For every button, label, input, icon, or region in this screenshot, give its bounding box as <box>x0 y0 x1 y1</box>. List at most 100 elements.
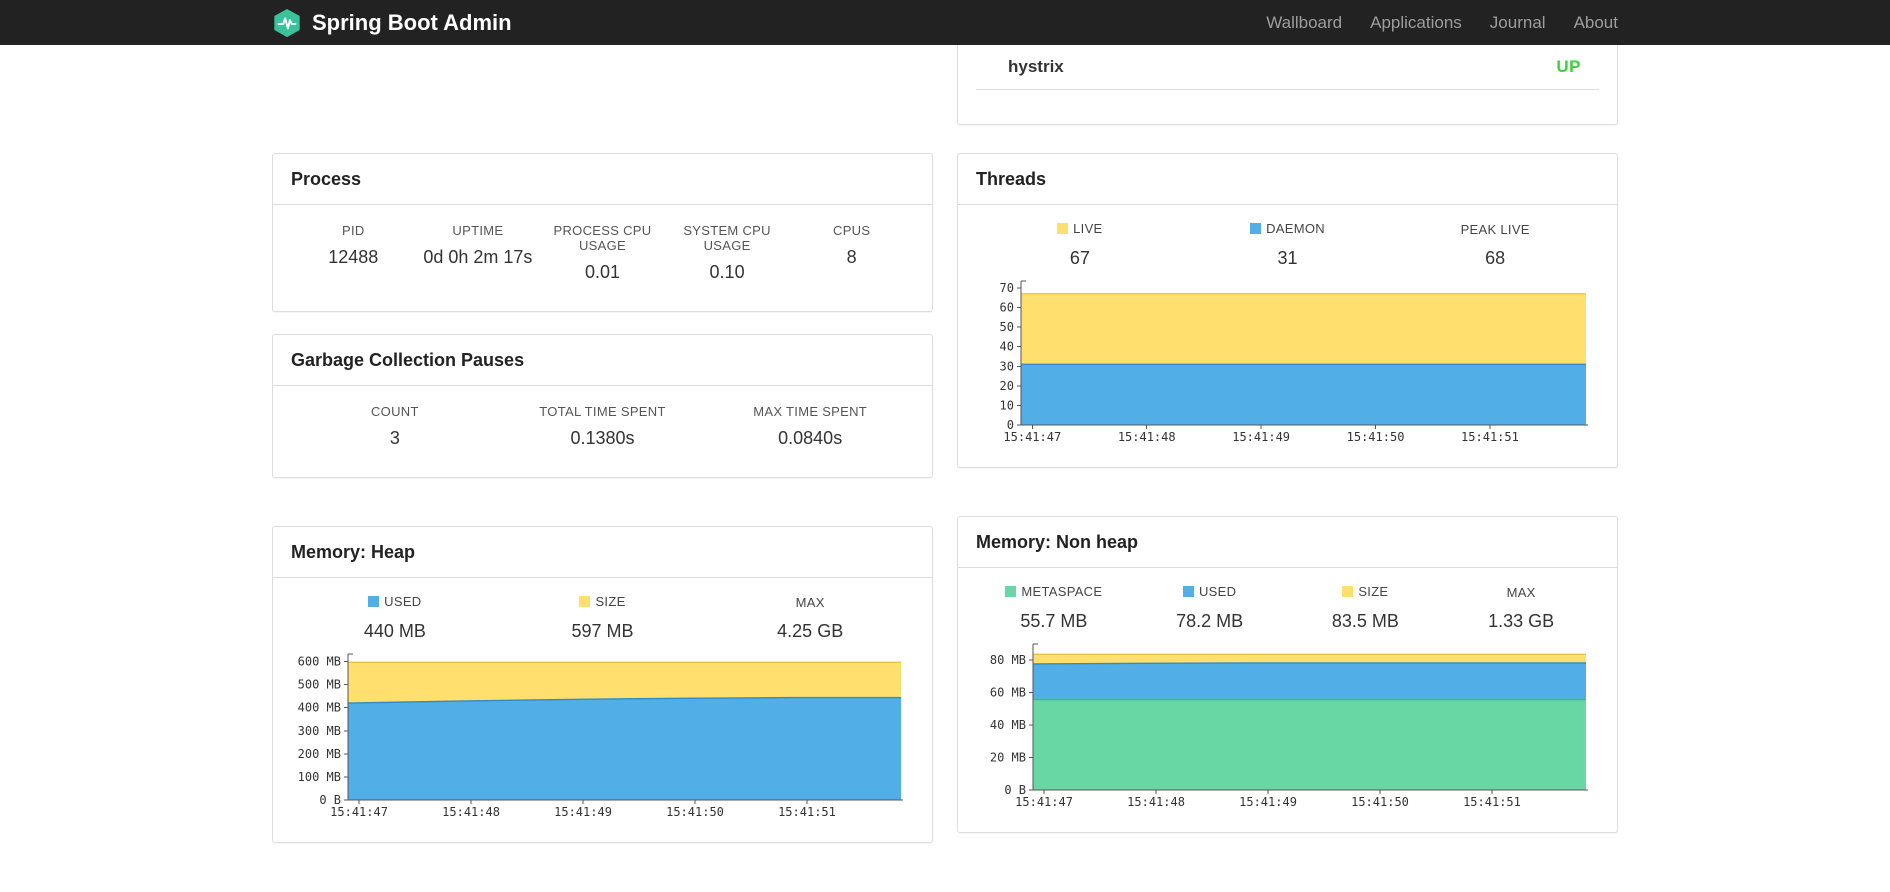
metric-label: PROCESS CPU USAGE <box>553 223 652 253</box>
memory-heap-legend: USED 440 MB SIZE 597 MB MAX 4.25 GB <box>273 578 932 642</box>
threads-panel-title: Threads <box>958 154 1617 205</box>
svg-text:15:41:47: 15:41:47 <box>1003 430 1061 444</box>
metric-gc-count: COUNT 3 <box>291 404 499 449</box>
nav-applications[interactable]: Applications <box>1370 13 1462 33</box>
legend-label: SIZE <box>595 594 626 609</box>
metaspace-swatch-icon <box>1005 586 1017 597</box>
svg-text:40: 40 <box>1000 340 1014 354</box>
gc-pauses-panel: Garbage Collection Pauses COUNT 3 TOTAL … <box>272 334 933 478</box>
metric-label: PID <box>342 223 365 238</box>
threads-chart: 0 10 20 30 40 50 60 70 15:41:47 15:41:48 15:41:49 1… <box>958 269 1617 467</box>
svg-text:50: 50 <box>1000 320 1014 334</box>
metric-value: 0d 0h 2m 17s <box>423 247 533 267</box>
svg-text:15:41:47: 15:41:47 <box>1015 795 1073 809</box>
svg-text:15:41:50: 15:41:50 <box>1351 795 1409 809</box>
threads-panel: Threads LIVE 67 DAEMON 31 PEAK LIVE 68 0… <box>957 153 1618 468</box>
legend-used: USED 440 MB <box>291 594 499 642</box>
gc-metrics: COUNT 3 TOTAL TIME SPENT 0.1380s MAX TIM… <box>273 386 932 477</box>
metric-value: 3 <box>389 428 400 448</box>
svg-text:15:41:51: 15:41:51 <box>778 805 836 819</box>
brand-title: Spring Boot Admin <box>312 9 512 35</box>
metric-uptime: UPTIME 0d 0h 2m 17s <box>416 223 541 283</box>
svg-text:15:41:48: 15:41:48 <box>442 805 500 819</box>
legend-max: MAX 1.33 GB <box>1443 584 1599 632</box>
svg-text:30: 30 <box>1000 359 1014 373</box>
metric-cpus: CPUS 8 <box>789 223 914 283</box>
svg-text:200 MB: 200 MB <box>298 747 341 761</box>
legend-label: MAX <box>795 595 825 610</box>
svg-text:15:41:49: 15:41:49 <box>1232 430 1290 444</box>
legend-value: 440 MB <box>363 621 426 641</box>
legend-peak-live: PEAK LIVE 68 <box>1391 221 1599 269</box>
metric-value: 0.01 <box>584 262 620 282</box>
legend-daemon: DAEMON 31 <box>1184 221 1392 269</box>
legend-metaspace: METASPACE 55.7 MB <box>976 584 1132 632</box>
svg-text:300 MB: 300 MB <box>298 724 341 738</box>
spring-boot-admin-logo-icon <box>272 8 302 38</box>
memory-heap-panel-title: Memory: Heap <box>273 527 932 578</box>
metric-label: COUNT <box>370 404 419 419</box>
svg-text:20 MB: 20 MB <box>990 751 1026 765</box>
metric-process-cpu-usage: PROCESS CPU USAGE 0.01 <box>540 223 665 283</box>
legend-value: 83.5 MB <box>1331 611 1399 631</box>
svg-text:15:41:49: 15:41:49 <box>554 805 612 819</box>
metric-gc-total-time: TOTAL TIME SPENT 0.1380s <box>499 404 707 449</box>
process-panel: Process PID 12488 UPTIME 0d 0h 2m 17s PR… <box>272 153 933 312</box>
live-swatch-icon <box>1057 223 1069 234</box>
metric-gc-max-time: MAX TIME SPENT 0.0840s <box>706 404 914 449</box>
process-metrics: PID 12488 UPTIME 0d 0h 2m 17s PROCESS CP… <box>273 205 932 311</box>
memory-heap-panel: Memory: Heap USED 440 MB SIZE 597 MB MAX… <box>272 526 933 843</box>
svg-text:500 MB: 500 MB <box>298 678 341 692</box>
legend-label: USED <box>384 594 422 609</box>
svg-text:60: 60 <box>1000 301 1014 315</box>
nav-links: Wallboard Applications Journal About <box>1238 13 1618 33</box>
svg-text:15:41:48: 15:41:48 <box>1118 430 1176 444</box>
memory-nonheap-panel: Memory: Non heap METASPACE 55.7 MB USED … <box>957 516 1618 833</box>
metric-value: 8 <box>846 247 857 267</box>
memory-heap-chart: 0 B 100 MB 200 MB 300 MB 400 MB 500 MB 600 MB 1… <box>273 642 932 842</box>
metric-label: TOTAL TIME SPENT <box>539 404 666 419</box>
metric-value: 0.1380s <box>570 428 635 448</box>
metric-system-cpu-usage: SYSTEM CPU USAGE 0.10 <box>665 223 790 283</box>
used-swatch-icon <box>1182 586 1194 597</box>
svg-text:15:41:48: 15:41:48 <box>1127 795 1185 809</box>
svg-text:70: 70 <box>1000 281 1014 295</box>
svg-text:400 MB: 400 MB <box>298 701 341 715</box>
legend-used: USED 78.2 MB <box>1132 584 1288 632</box>
navbar: Spring Boot Admin Wallboard Applications… <box>0 0 1890 45</box>
memory-nonheap-legend: METASPACE 55.7 MB USED 78.2 MB SIZE 83.5… <box>958 568 1617 632</box>
metric-label: SYSTEM CPU USAGE <box>683 223 771 253</box>
right-column: hystrix UP Threads LIVE 67 DAEMON 31 PEA… <box>957 45 1618 833</box>
svg-text:80 MB: 80 MB <box>990 653 1026 667</box>
nav-wallboard[interactable]: Wallboard <box>1266 13 1342 33</box>
svg-text:15:41:50: 15:41:50 <box>1347 430 1405 444</box>
daemon-swatch-icon <box>1250 223 1262 234</box>
brand-link[interactable]: Spring Boot Admin <box>272 8 512 38</box>
svg-text:600 MB: 600 MB <box>298 655 341 669</box>
metric-value: 12488 <box>328 247 379 267</box>
legend-size: SIZE 83.5 MB <box>1288 584 1444 632</box>
status-badge: UP <box>1556 57 1581 76</box>
metric-label: CPUS <box>833 223 871 238</box>
process-panel-title: Process <box>273 154 932 205</box>
left-column: Process PID 12488 UPTIME 0d 0h 2m 17s PR… <box>272 45 933 843</box>
application-row-hystrix[interactable]: hystrix UP <box>976 45 1599 90</box>
legend-value: 1.33 GB <box>1488 611 1555 631</box>
metric-label: UPTIME <box>452 223 504 238</box>
legend-label: SIZE <box>1358 584 1389 599</box>
metric-label: MAX TIME SPENT <box>753 404 868 419</box>
legend-live: LIVE 67 <box>976 221 1184 269</box>
legend-label: USED <box>1198 584 1237 599</box>
legend-label: LIVE <box>1073 221 1103 236</box>
application-name: hystrix <box>1008 57 1064 76</box>
nav-about[interactable]: About <box>1574 13 1618 33</box>
svg-text:100 MB: 100 MB <box>298 770 341 784</box>
legend-label: DAEMON <box>1266 221 1325 236</box>
size-swatch-icon <box>1342 586 1354 597</box>
threads-legend: LIVE 67 DAEMON 31 PEAK LIVE 68 <box>958 205 1617 269</box>
metric-pid: PID 12488 <box>291 223 416 283</box>
metric-value: 0.0840s <box>778 428 843 448</box>
legend-label: MAX <box>1506 585 1536 600</box>
memory-nonheap-panel-title: Memory: Non heap <box>958 517 1617 568</box>
nav-journal[interactable]: Journal <box>1490 13 1546 33</box>
